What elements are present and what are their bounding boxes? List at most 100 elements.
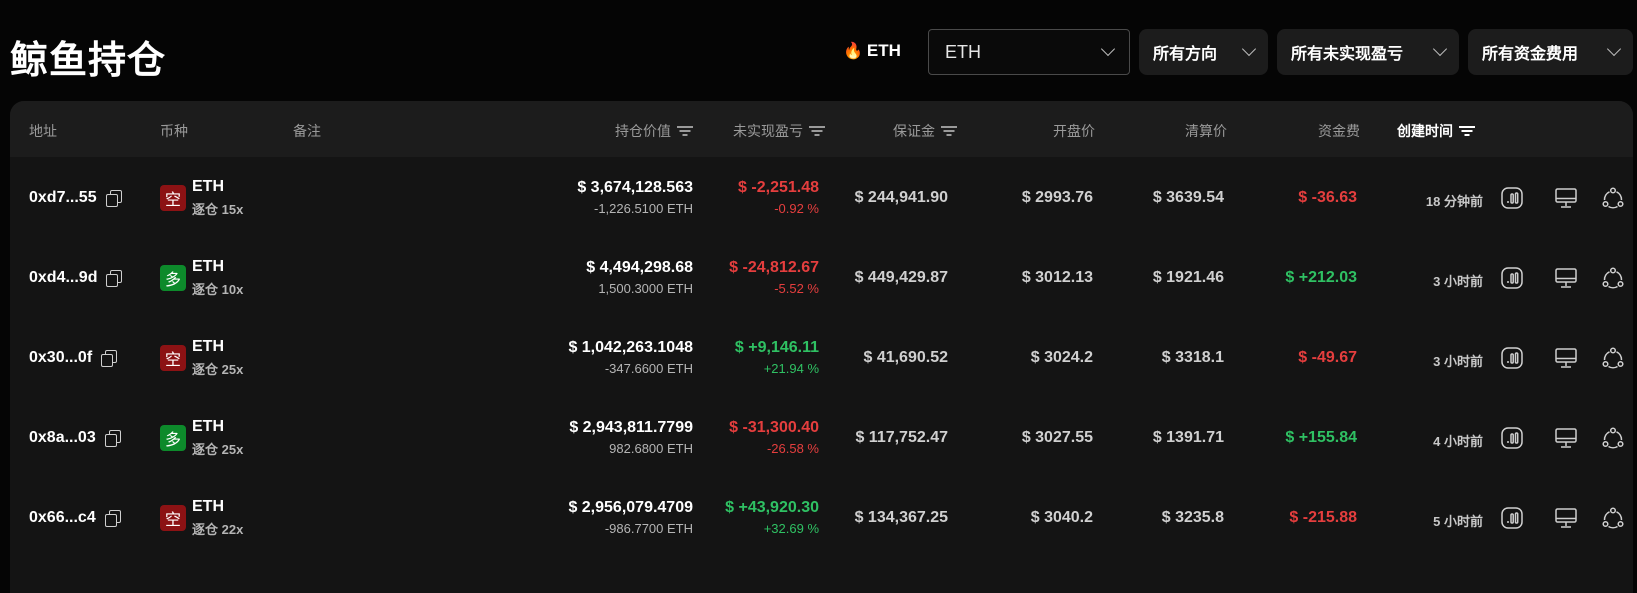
funding-value: $ +212.03 <box>1285 269 1357 286</box>
direction-dropdown[interactable]: 所有方向 <box>1139 29 1268 75</box>
pnl-value: $ -24,812.67 <box>729 259 819 276</box>
col-address: 地址 <box>29 123 57 139</box>
coin-select-value: ETH <box>945 41 981 62</box>
address-cell[interactable]: 0xd7...55 <box>29 189 122 207</box>
open-price-value: $ 3012.13 <box>1021 269 1093 286</box>
monitor-icon[interactable] <box>1554 346 1578 370</box>
address-text[interactable]: 0x8a...03 <box>29 429 96 447</box>
funding-dropdown[interactable]: 所有资金费用 <box>1468 29 1633 75</box>
address-cell[interactable]: 0x30...0f <box>29 349 118 367</box>
margin-value: $ 244,941.90 <box>854 189 948 206</box>
chart-icon[interactable] <box>1500 506 1524 530</box>
side-badge: 空 <box>160 505 186 531</box>
pnl-value: $ +9,146.11 <box>734 339 819 356</box>
position-value: $ 2,956,079.4709 <box>568 499 693 516</box>
fire-icon: 🔥 <box>843 43 863 60</box>
leverage-label: 逐仓 25x <box>192 442 244 457</box>
table-row[interactable]: 0xd7...55 空 ETH 逐仓 15x $ 3,674,128.563 -1,226… <box>10 157 1633 240</box>
pnl-cell: $ -31,300.40 -26.58 % <box>729 419 819 456</box>
table-header: 地址 币种 备注 持仓价值 未实现盈亏 保证金 开盘价 清算价 资金费 创建时间 <box>10 101 1633 157</box>
pnl-value: $ -31,300.40 <box>729 419 819 436</box>
chart-icon[interactable] <box>1500 186 1524 210</box>
address-text[interactable]: 0xd7...55 <box>29 189 97 207</box>
created-time: 5 小时前 <box>1433 514 1483 529</box>
pnl-percent: +32.69 % <box>763 521 819 536</box>
side-badge: 空 <box>160 345 186 371</box>
address-cell[interactable]: 0x8a...03 <box>29 429 121 447</box>
pnl-percent: -0.92 % <box>774 201 819 216</box>
coin-cell: ETH 逐仓 22x <box>192 498 243 538</box>
chevron-down-icon <box>1432 41 1448 57</box>
liq-price-value: $ 1921.46 <box>1152 269 1224 286</box>
share-icon[interactable] <box>1601 186 1625 210</box>
share-icon[interactable] <box>1601 266 1625 290</box>
address-cell[interactable]: 0x66...c4 <box>29 509 121 527</box>
coin-name: ETH <box>192 178 224 195</box>
position-size: -1,226.5100 ETH <box>593 201 693 216</box>
coin-name: ETH <box>192 498 224 515</box>
sort-filter-icon[interactable] <box>809 125 825 137</box>
liq-price-value: $ 3235.8 <box>1161 509 1224 526</box>
copy-icon[interactable] <box>105 270 123 287</box>
table-row[interactable]: 0x8a...03 多 ETH 逐仓 25x $ 2,943,811.7799 982.6… <box>10 397 1633 480</box>
sort-filter-icon[interactable] <box>941 125 957 137</box>
funding-value: $ -215.88 <box>1289 509 1357 526</box>
chart-icon[interactable] <box>1500 346 1524 370</box>
monitor-icon[interactable] <box>1554 426 1578 450</box>
table-row[interactable]: 0xd4...9d 多 ETH 逐仓 10x $ 4,494,298.68 1,500.3… <box>10 237 1633 320</box>
pnl-cell: $ +43,920.30 +32.69 % <box>725 499 819 536</box>
chart-icon[interactable] <box>1500 426 1524 450</box>
hot-coin-label: ETH <box>866 41 901 60</box>
table-row[interactable]: 0x66...c4 空 ETH 逐仓 22x $ 2,956,079.4709 -986.… <box>10 477 1633 560</box>
position-size: 1,500.3000 ETH <box>598 281 693 296</box>
leverage-label: 逐仓 25x <box>192 362 244 377</box>
col-position-value[interactable]: 持仓价值 <box>615 121 693 141</box>
monitor-icon[interactable] <box>1554 506 1578 530</box>
monitor-icon[interactable] <box>1554 186 1578 210</box>
coin-cell: ETH 逐仓 15x <box>192 178 243 218</box>
pnl-dropdown-label: 所有未实现盈亏 <box>1291 46 1404 63</box>
share-icon[interactable] <box>1601 346 1625 370</box>
col-margin[interactable]: 保证金 <box>893 121 957 141</box>
coin-select[interactable]: ETH <box>928 29 1130 75</box>
funding-value: $ +155.84 <box>1285 429 1357 446</box>
margin-value: $ 117,752.47 <box>855 429 948 446</box>
liq-price-value: $ 3318.1 <box>1161 349 1224 366</box>
sort-filter-icon[interactable] <box>677 125 693 137</box>
copy-icon[interactable] <box>105 190 122 207</box>
address-text[interactable]: 0x30...0f <box>29 349 92 367</box>
leverage-label: 逐仓 22x <box>192 522 244 537</box>
monitor-icon[interactable] <box>1554 266 1578 290</box>
address-text[interactable]: 0x66...c4 <box>29 509 96 527</box>
side-badge: 多 <box>160 425 186 451</box>
side-badge: 多 <box>160 265 186 291</box>
copy-icon[interactable] <box>104 430 121 447</box>
side-badge: 空 <box>160 185 186 211</box>
chevron-down-icon <box>1606 41 1622 57</box>
table-row[interactable]: 0x30...0f 空 ETH 逐仓 25x $ 1,042,263.1048 -347.… <box>10 317 1633 400</box>
pnl-cell: $ +9,146.11 +21.94 % <box>735 339 819 376</box>
liq-price-value: $ 3639.54 <box>1152 189 1224 206</box>
copy-icon[interactable] <box>100 350 118 367</box>
hot-coin-tag[interactable]: 🔥 ETH <box>843 41 901 61</box>
chart-icon[interactable] <box>1500 266 1524 290</box>
pnl-dropdown[interactable]: 所有未实现盈亏 <box>1277 29 1459 75</box>
address-text[interactable]: 0xd4...9d <box>29 269 97 287</box>
position-value: $ 4,494,298.68 <box>586 259 693 276</box>
coin-cell: ETH 逐仓 25x <box>192 338 243 378</box>
coin-name: ETH <box>192 338 224 355</box>
position-size: 982.6800 ETH <box>609 441 693 456</box>
position-value-cell: $ 3,674,128.563 -1,226.5100 ETH <box>577 179 693 216</box>
copy-icon[interactable] <box>104 510 121 527</box>
col-created-time[interactable]: 创建时间 <box>1397 121 1475 141</box>
address-cell[interactable]: 0xd4...9d <box>29 269 123 287</box>
share-icon[interactable] <box>1601 506 1625 530</box>
funding-value: $ -36.63 <box>1298 189 1357 206</box>
pnl-cell: $ -2,251.48 -0.92 % <box>738 179 819 216</box>
created-time: 3 小时前 <box>1433 274 1483 289</box>
col-unrealized-pnl[interactable]: 未实现盈亏 <box>733 121 825 141</box>
position-value: $ 2,943,811.7799 <box>569 419 693 436</box>
sort-filter-icon[interactable] <box>1459 125 1475 137</box>
share-icon[interactable] <box>1601 426 1625 450</box>
created-time: 18 分钟前 <box>1425 194 1483 209</box>
